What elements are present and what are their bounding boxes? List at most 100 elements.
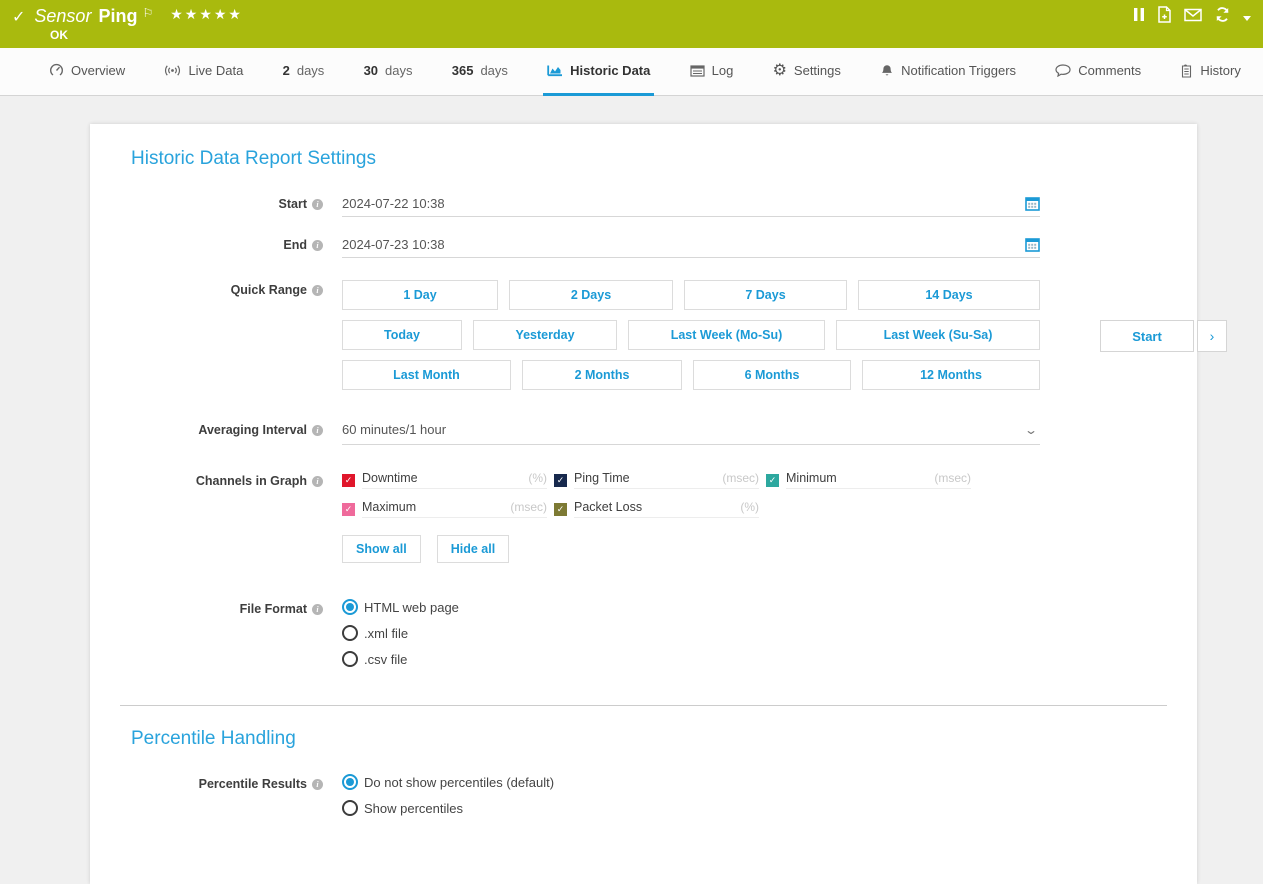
checkbox-checked-icon[interactable]: [766, 474, 779, 487]
start-options-chevron-button[interactable]: ›: [1197, 320, 1227, 352]
tab-live-data[interactable]: Live Data: [160, 48, 247, 96]
tab-notification-triggers[interactable]: Notification Triggers: [876, 48, 1020, 96]
start-date-input[interactable]: 2024-07-22 10:38: [342, 194, 1040, 217]
tab-label: History: [1200, 63, 1240, 78]
chart-icon: [547, 64, 563, 77]
start-report-button[interactable]: Start: [1100, 320, 1194, 352]
info-icon[interactable]: i: [312, 779, 323, 790]
tab-number: 30: [364, 63, 378, 78]
mail-icon[interactable]: [1184, 8, 1202, 27]
gauge-icon: [49, 63, 64, 78]
tab-label: days: [385, 63, 412, 78]
channel-minimum[interactable]: Minimum(msec): [766, 471, 971, 489]
tab-label: Live Data: [188, 63, 243, 78]
quick-range-last-month-button[interactable]: Last Month: [342, 360, 511, 390]
quick-range-last-week-su-sa-button[interactable]: Last Week (Su-Sa): [836, 320, 1040, 350]
channel-downtime[interactable]: Downtime(%): [342, 471, 547, 489]
quick-range-label: Quick Range: [231, 283, 307, 297]
chevron-down-icon[interactable]: [1243, 16, 1251, 21]
quick-range-yesterday-button[interactable]: Yesterday: [473, 320, 617, 350]
channel-maximum[interactable]: Maximum (msec): [342, 500, 547, 518]
page-background: Historic Data Report Settings Start i 20…: [0, 124, 1263, 862]
radio-selected-icon[interactable]: [342, 774, 358, 790]
tab-365-days[interactable]: 365 days: [448, 48, 512, 96]
tab-label: days: [297, 63, 324, 78]
pause-icon[interactable]: [1133, 7, 1145, 27]
broadcast-icon: [164, 64, 181, 77]
percentile-show-option[interactable]: Show percentiles: [342, 800, 1040, 816]
checkbox-checked-icon[interactable]: [554, 474, 567, 487]
sensor-header: ✓ Sensor Ping ⚐ ★★★★★ OK: [0, 0, 1263, 48]
tab-30-days[interactable]: 30 days: [360, 48, 417, 96]
quick-range-last-week-mo-su-button[interactable]: Last Week (Mo-Su): [628, 320, 825, 350]
file-format-csv-option[interactable]: .csv file: [342, 651, 1040, 667]
channel-name: Maximum: [362, 500, 416, 514]
info-icon[interactable]: i: [312, 604, 323, 615]
file-format-xml-option[interactable]: .xml file: [342, 625, 1040, 641]
calendar-icon[interactable]: [1025, 237, 1040, 252]
calendar-icon[interactable]: [1025, 196, 1040, 211]
show-all-button[interactable]: Show all: [342, 535, 421, 563]
end-label: End: [283, 238, 307, 252]
averaging-interval-value: 60 minutes/1 hour: [342, 422, 1026, 437]
checkbox-checked-icon[interactable]: [342, 474, 355, 487]
add-report-icon[interactable]: [1157, 6, 1172, 28]
info-icon[interactable]: i: [312, 199, 323, 210]
file-format-html-option[interactable]: HTML web page: [342, 599, 1040, 615]
quick-range-2-months-button[interactable]: 2 Months: [522, 360, 682, 390]
quick-range-today-button[interactable]: Today: [342, 320, 462, 350]
radio-selected-icon[interactable]: [342, 599, 358, 615]
comment-icon: [1055, 64, 1071, 77]
averaging-interval-select[interactable]: 60 minutes/1 hour ⌄: [342, 420, 1040, 445]
tab-settings[interactable]: ⚙ Settings: [769, 48, 845, 96]
radio-icon[interactable]: [342, 625, 358, 641]
percentile-results-row: Percentile Results i Do not show percent…: [120, 774, 1167, 826]
channels-in-graph-row: Channels in Graph i Downtime(%) Ping Tim…: [120, 471, 1167, 563]
info-icon[interactable]: i: [312, 425, 323, 436]
hide-all-button[interactable]: Hide all: [437, 535, 509, 563]
refresh-icon[interactable]: [1214, 7, 1231, 27]
quick-range-14-days-button[interactable]: 14 Days: [858, 280, 1040, 310]
tab-history[interactable]: History: [1176, 48, 1244, 96]
tab-comments[interactable]: Comments: [1051, 48, 1145, 96]
tab-log[interactable]: Log: [686, 48, 738, 96]
flag-icon[interactable]: ⚐: [142, 6, 153, 20]
percentile-results-label: Percentile Results: [199, 777, 307, 791]
tab-label: Settings: [794, 63, 841, 78]
radio-icon[interactable]: [342, 800, 358, 816]
channel-ping-time[interactable]: Ping Time(msec): [554, 471, 759, 489]
averaging-interval-label: Averaging Interval: [198, 423, 307, 437]
channels-in-graph-label: Channels in Graph: [196, 474, 307, 488]
quick-range-12-months-button[interactable]: 12 Months: [862, 360, 1040, 390]
tab-overview[interactable]: Overview: [45, 48, 129, 96]
checkbox-checked-icon[interactable]: [554, 503, 567, 516]
quick-range-7-days-button[interactable]: 7 Days: [684, 280, 847, 310]
channel-unit: (%): [528, 471, 547, 485]
priority-stars[interactable]: ★★★★★: [170, 6, 243, 23]
checkbox-checked-icon[interactable]: [342, 503, 355, 516]
percentile-section-title: Percentile Handling: [131, 728, 1167, 750]
info-icon[interactable]: i: [312, 240, 323, 251]
start-row: Start i 2024-07-22 10:38: [120, 194, 1167, 217]
tab-2-days[interactable]: 2 days: [279, 48, 329, 96]
quick-range-2-days-button[interactable]: 2 Days: [509, 280, 673, 310]
info-icon[interactable]: i: [312, 476, 323, 487]
tab-number: 2: [283, 63, 290, 78]
option-label: .csv file: [364, 652, 407, 667]
log-icon: [690, 65, 705, 77]
channel-packet-loss[interactable]: Packet Loss(%): [554, 500, 759, 518]
channel-unit: (msec): [510, 500, 547, 514]
section-title: Historic Data Report Settings: [131, 148, 1167, 170]
quick-range-6-months-button[interactable]: 6 Months: [693, 360, 851, 390]
sensor-type-label: Sensor: [34, 6, 91, 27]
radio-icon[interactable]: [342, 651, 358, 667]
channel-unit: (%): [740, 500, 759, 514]
chevron-down-icon: ⌄: [1024, 423, 1038, 437]
info-icon[interactable]: i: [312, 285, 323, 296]
settings-panel: Historic Data Report Settings Start i 20…: [90, 124, 1197, 884]
start-label: Start: [279, 197, 307, 211]
end-date-input[interactable]: 2024-07-23 10:38: [342, 235, 1040, 258]
percentile-no-show-option[interactable]: Do not show percentiles (default): [342, 774, 1040, 790]
quick-range-1-day-button[interactable]: 1 Day: [342, 280, 498, 310]
tab-historic-data[interactable]: Historic Data: [543, 48, 654, 96]
